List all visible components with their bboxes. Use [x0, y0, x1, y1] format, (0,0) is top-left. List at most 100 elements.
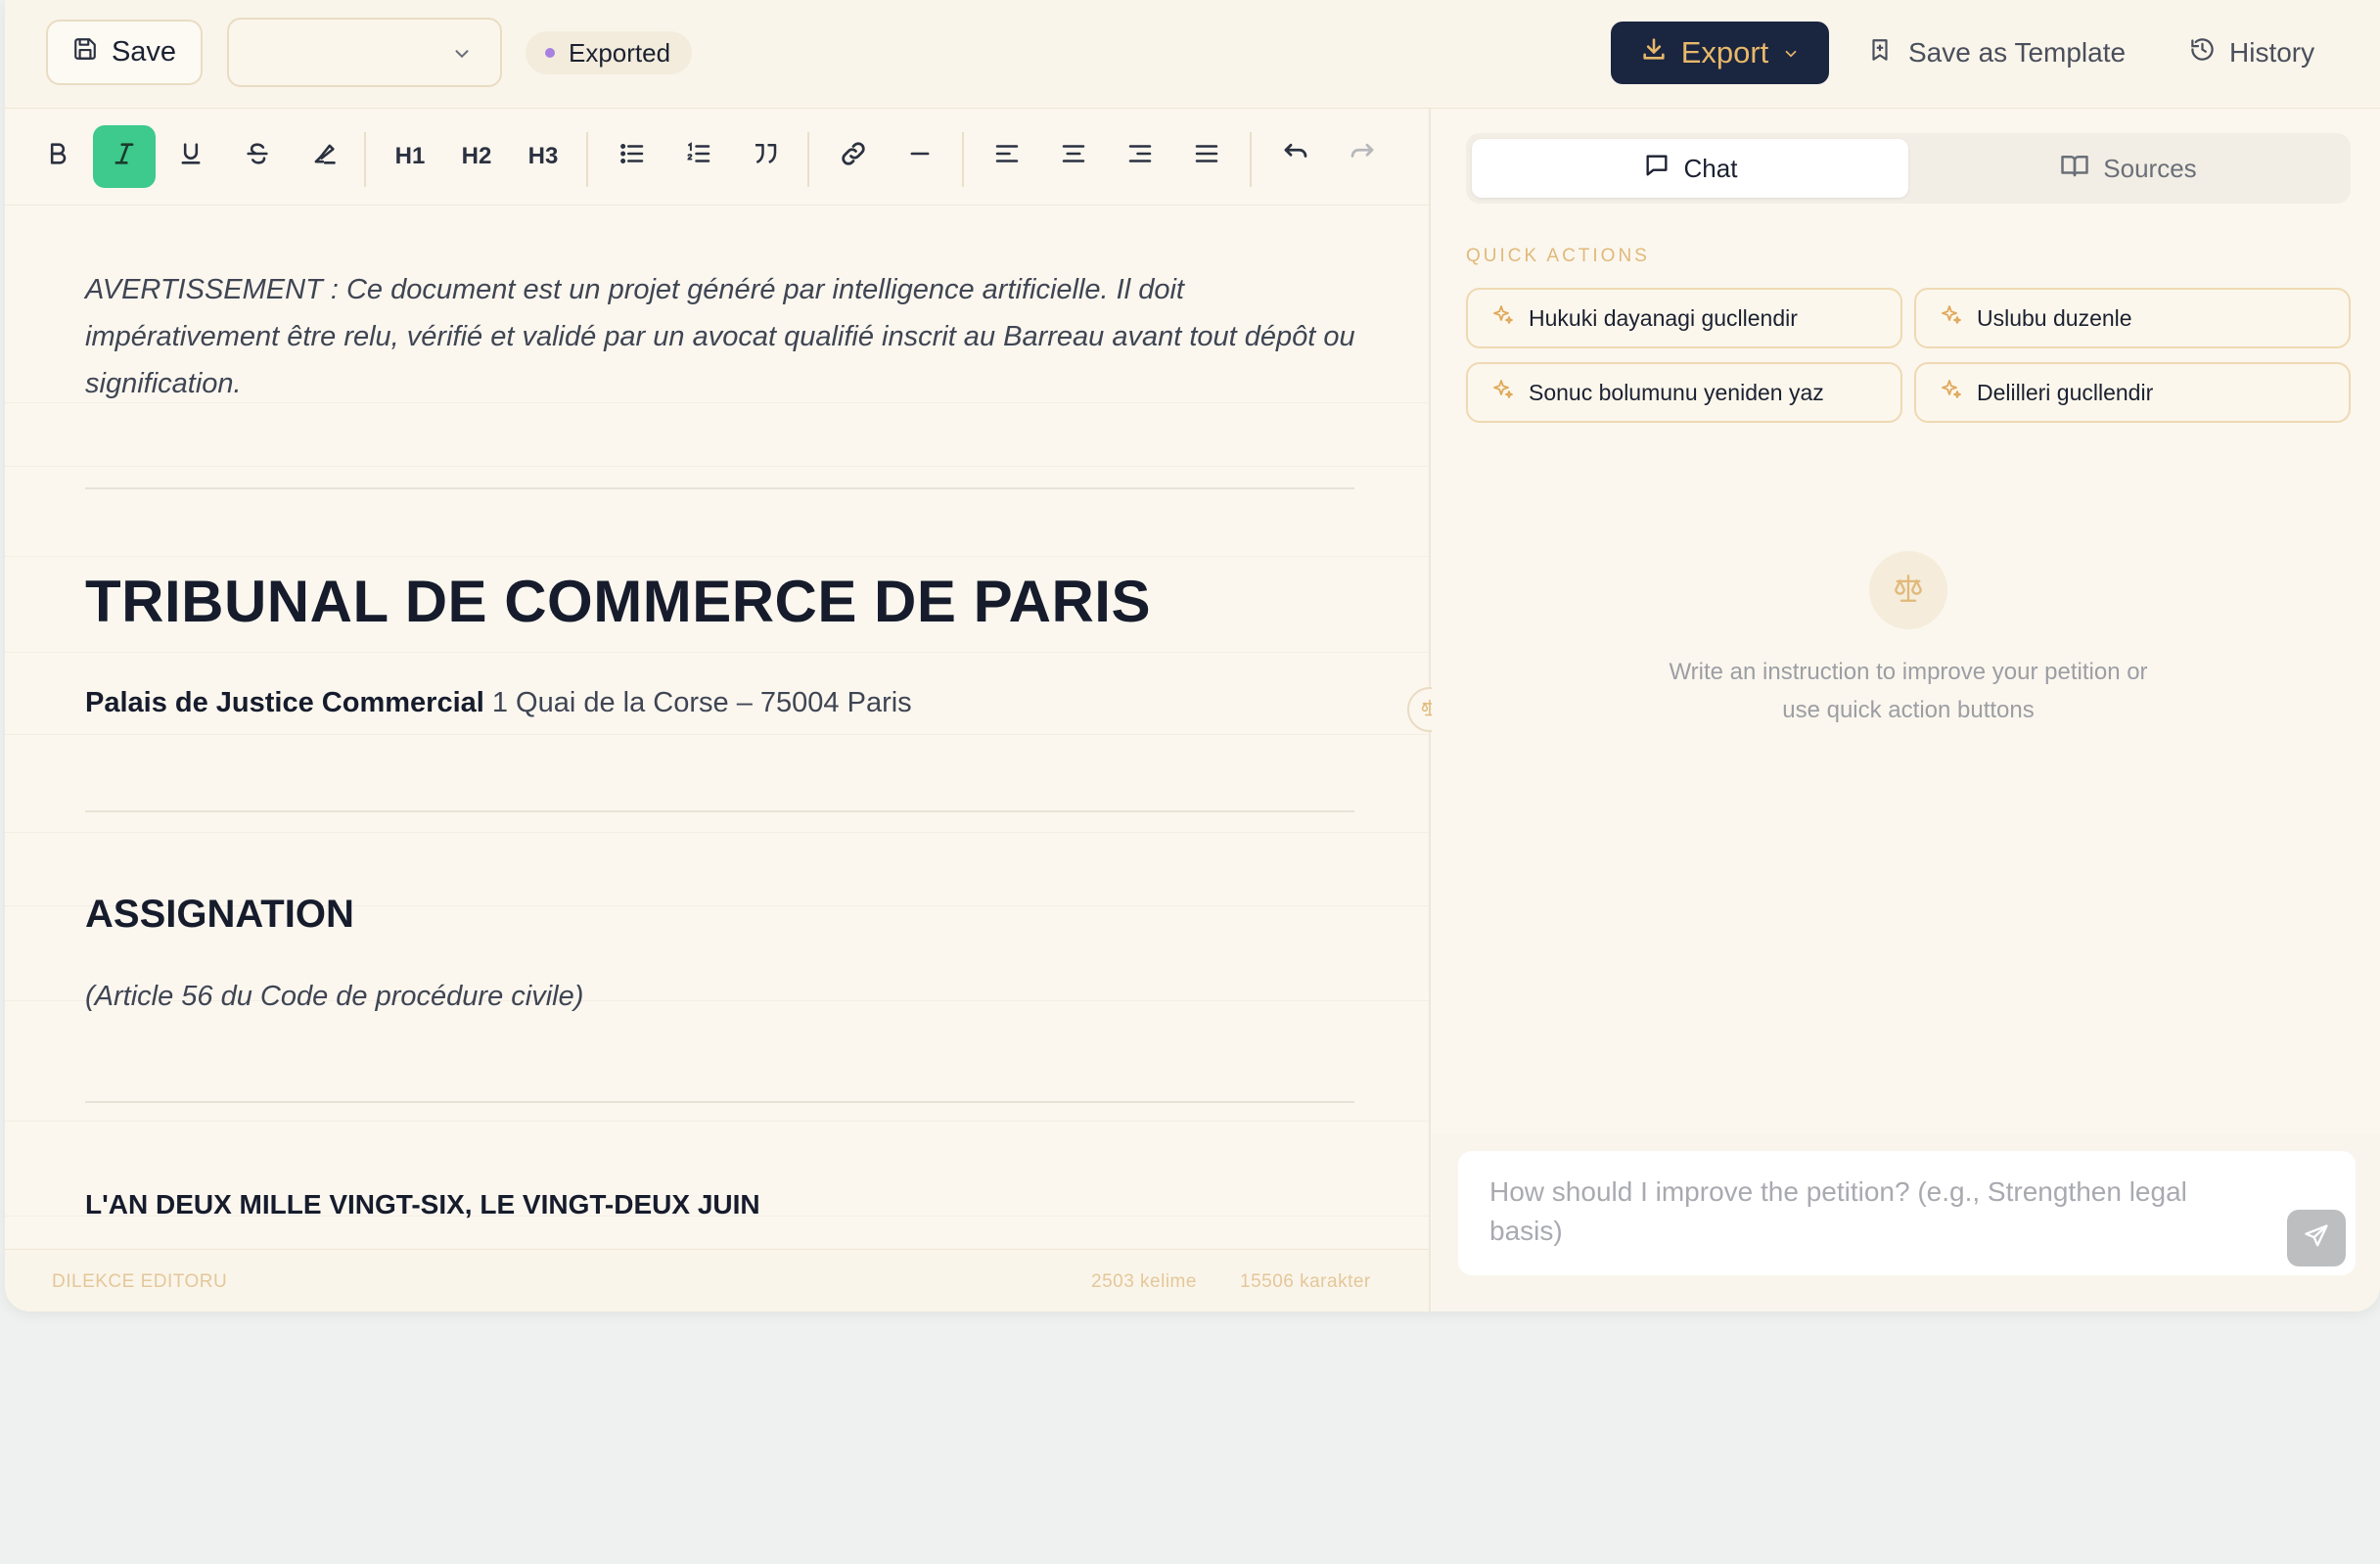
document-select[interactable]	[227, 18, 502, 87]
bold-button[interactable]	[26, 125, 89, 188]
bold-icon	[44, 140, 71, 174]
quick-action-label: Delilleri gucllendir	[1977, 379, 2154, 405]
quick-actions-title: QUICK ACTIONS	[1466, 246, 1650, 266]
heading-2-button[interactable]: H2	[445, 125, 508, 188]
underline-icon	[177, 140, 205, 174]
quick-action-button[interactable]: Delilleri gucllendir	[1914, 362, 2351, 423]
status-badge-label: Exported	[569, 37, 671, 68]
italic-button[interactable]	[93, 125, 156, 188]
ai-disclaimer: AVERTISSEMENT : Ce document est un proje…	[85, 274, 1355, 399]
clock-history-icon	[2189, 36, 2216, 69]
sparkle-icon	[1940, 378, 1963, 407]
horizontal-rule-button[interactable]	[889, 125, 951, 188]
strikethrough-icon	[244, 140, 271, 174]
export-button[interactable]: Export	[1611, 22, 1829, 84]
save-as-template-label: Save as Template	[1908, 37, 2127, 68]
quick-action-button[interactable]: Uslubu duzenle	[1914, 288, 2351, 348]
tab-chat-label: Chat	[1683, 153, 1738, 183]
floppy-disk-icon	[72, 36, 98, 69]
section-title: ASSIGNATION	[85, 893, 354, 936]
line-rule	[5, 734, 1429, 735]
panel-tabs: Chat Sources	[1466, 133, 2351, 204]
chevron-down-icon	[451, 43, 473, 69]
horizontal-rule	[85, 487, 1354, 489]
numbered-list-icon	[684, 139, 713, 175]
court-address-line: Palais de Justice Commercial 1 Quai de l…	[85, 687, 912, 719]
chat-bubble-icon	[1643, 152, 1671, 186]
format-toolbar: H1 H2 H3	[5, 109, 1429, 206]
highlighter-button[interactable]	[293, 125, 355, 188]
quick-action-button[interactable]: Sonuc bolumunu yeniden yaz	[1466, 362, 1902, 423]
justify-icon	[1192, 139, 1221, 175]
link-icon	[839, 139, 868, 175]
bullet-list-icon	[618, 139, 647, 175]
line-rule	[5, 652, 1429, 653]
sparkle-icon	[1491, 378, 1515, 407]
align-left-button[interactable]	[976, 125, 1038, 188]
quick-action-label: Hukuki dayanagi gucllendir	[1529, 304, 1798, 331]
heading-3-button[interactable]: H3	[512, 125, 574, 188]
tab-chat[interactable]: Chat	[1472, 139, 1908, 198]
line-rule	[5, 1121, 1429, 1122]
assistant-panel: Chat Sources QUICK ACTIONS Hukuki dayana…	[1432, 109, 2380, 1311]
app-window: Save Exported Export Save as Template Hi…	[5, 0, 2380, 1311]
redo-icon	[1348, 139, 1377, 175]
undo-icon	[1281, 139, 1310, 175]
align-center-icon	[1059, 139, 1088, 175]
heading-1-button[interactable]: H1	[379, 125, 441, 188]
undo-button[interactable]	[1264, 125, 1327, 188]
paper-plane-icon	[2303, 1222, 2330, 1255]
underline-button[interactable]	[160, 125, 222, 188]
status-dot	[545, 48, 555, 58]
document-editor[interactable]: AVERTISSEMENT : Ce document est un proje…	[5, 206, 1429, 1247]
send-button[interactable]	[2287, 1210, 2346, 1266]
line-rule	[5, 466, 1429, 467]
article-reference: (Article 56 du Code de procédure civile)	[85, 981, 584, 1012]
numbered-list-button[interactable]	[667, 125, 730, 188]
court-name: Palais de Justice Commercial	[85, 687, 484, 718]
quick-action-label: Uslubu duzenle	[1977, 304, 2132, 331]
horizontal-rule	[85, 810, 1354, 812]
sparkle-icon	[1491, 303, 1515, 333]
quick-action-label: Sonuc bolumunu yeniden yaz	[1529, 379, 1824, 405]
editor-name: DILEKCE EDITORU	[52, 1271, 228, 1292]
strikethrough-button[interactable]	[226, 125, 289, 188]
align-center-button[interactable]	[1042, 125, 1105, 188]
court-title: TRIBUNAL DE COMMERCE DE PARIS	[85, 569, 1151, 634]
chat-input[interactable]: How should I improve the petition? (e.g.…	[1458, 1151, 2356, 1275]
history-button[interactable]: History	[2189, 23, 2314, 82]
editor-footer: DILEKCE EDITORU 2503 kelime 15506 karakt…	[5, 1249, 1429, 1311]
toolbar-divider	[364, 132, 366, 187]
bullet-list-button[interactable]	[601, 125, 664, 188]
link-button[interactable]	[822, 125, 885, 188]
blockquote-button[interactable]	[734, 125, 797, 188]
char-count: 15506 karakter	[1240, 1271, 1371, 1292]
open-book-icon	[2060, 151, 2089, 187]
status-badge: Exported	[526, 31, 693, 74]
align-right-button[interactable]	[1109, 125, 1171, 188]
date-line: L'AN DEUX MILLE VINGT-SIX, LE VINGT-DEUX…	[85, 1189, 760, 1219]
top-bar: Save Exported Export Save as Template Hi…	[5, 0, 2380, 109]
bookmark-icon	[1867, 37, 1893, 69]
toolbar-divider	[586, 132, 588, 187]
quote-icon	[751, 139, 780, 175]
chat-input-area: How should I improve the petition? (e.g.…	[1432, 1133, 2380, 1311]
align-left-icon	[992, 139, 1022, 175]
save-button[interactable]: Save	[46, 20, 203, 85]
export-button-label: Export	[1680, 35, 1769, 69]
justify-button[interactable]	[1175, 125, 1238, 188]
quick-action-button[interactable]: Hukuki dayanagi gucllendir	[1466, 288, 1902, 348]
line-rule	[5, 556, 1429, 557]
heading-3-label: H3	[527, 143, 559, 169]
save-as-template-button[interactable]: Save as Template	[1867, 23, 2126, 82]
heading-2-label: H2	[461, 143, 492, 169]
tab-sources-label: Sources	[2103, 153, 2197, 183]
chat-input-placeholder: How should I improve the petition? (e.g.…	[1489, 1176, 2187, 1246]
chevron-down-icon	[1782, 35, 1800, 70]
court-address: 1 Quai de la Corse – 75004 Paris	[483, 687, 912, 718]
tab-sources[interactable]: Sources	[1910, 139, 2347, 198]
redo-button[interactable]	[1331, 125, 1394, 188]
horizontal-rule	[85, 1101, 1354, 1103]
empty-state-icon	[1869, 551, 1947, 629]
word-count: 2503 kelime	[1091, 1271, 1197, 1292]
